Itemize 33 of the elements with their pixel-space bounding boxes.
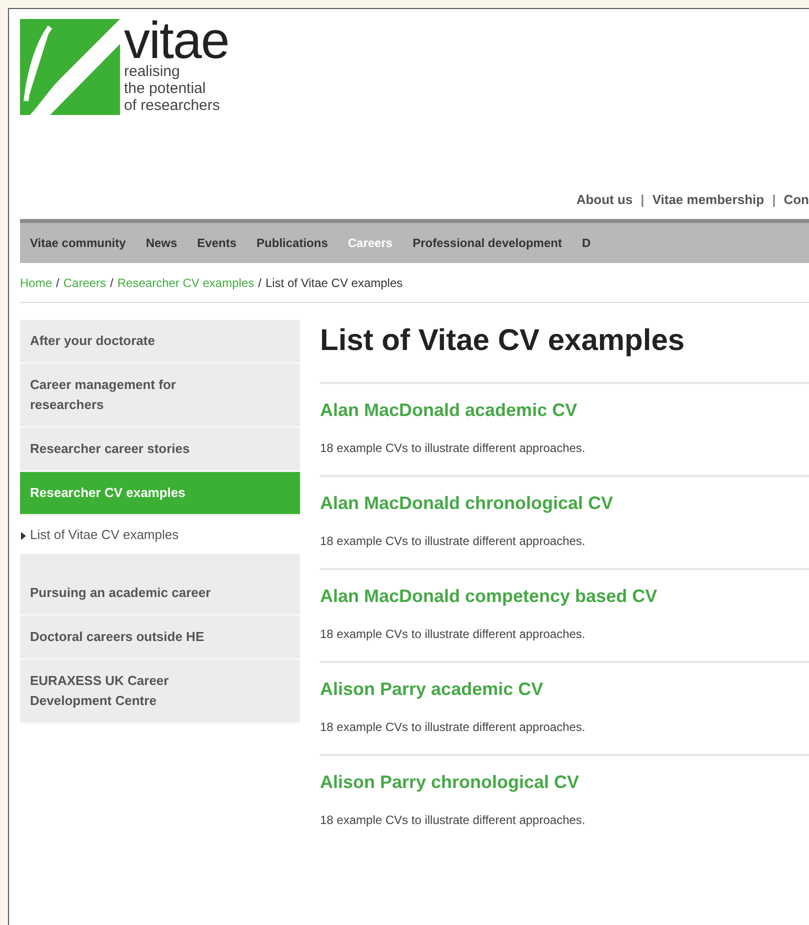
nav-tab[interactable]: Events bbox=[187, 236, 247, 250]
logo-tagline: of researchers bbox=[124, 97, 221, 114]
top-link[interactable]: Con bbox=[784, 192, 809, 206]
page-heading: List of Vitae CV examples bbox=[320, 324, 686, 358]
separator: | bbox=[640, 192, 644, 206]
nav-tab[interactable]: News bbox=[136, 236, 188, 250]
nav-tab[interactable]: D bbox=[572, 236, 601, 250]
separator: / bbox=[110, 276, 114, 290]
separator: / bbox=[56, 276, 60, 290]
sidebar-item[interactable]: Career management for researchers bbox=[20, 364, 300, 428]
separator: | bbox=[772, 192, 776, 206]
sidebar-item[interactable]: Pursuing an academic career bbox=[20, 572, 300, 616]
entry-summary: 18 example CVs to illustrate different approaches. bbox=[320, 813, 586, 827]
logo-wordmark: vitae bbox=[124, 19, 229, 63]
logo-icon bbox=[20, 19, 120, 115]
sidebar-item[interactable]: EURAXESS UK Career Development Centre bbox=[20, 660, 300, 724]
sidebar-item[interactable]: Researcher career stories bbox=[20, 428, 300, 472]
nav-tab[interactable]: Vitae community bbox=[20, 236, 136, 250]
separator: / bbox=[258, 276, 262, 290]
top-link[interactable]: Vitae membership bbox=[652, 192, 764, 206]
nav-tab[interactable]: Professional development bbox=[402, 236, 572, 250]
entry-summary: 18 example CVs to illustrate different approaches. bbox=[320, 720, 586, 734]
sidebar-item[interactable]: After your doctorate bbox=[20, 320, 300, 364]
nav-tab[interactable]: Publications bbox=[246, 236, 338, 250]
entry-summary: 18 example CVs to illustrate different approaches. bbox=[320, 441, 586, 455]
triangle-icon bbox=[21, 532, 26, 540]
logo-tagline: the potential bbox=[124, 80, 207, 97]
entry-summary: 18 example CVs to illustrate different approaches. bbox=[320, 627, 586, 641]
sidebar-item[interactable]: Doctoral careers outside HE bbox=[20, 616, 300, 660]
current-page-text: List of Vitae CV examples bbox=[265, 276, 403, 290]
top-link[interactable]: About us bbox=[576, 192, 633, 206]
logo-tagline: realising bbox=[124, 63, 181, 80]
entry-summary: 18 example CVs to illustrate different approaches. bbox=[320, 534, 586, 548]
